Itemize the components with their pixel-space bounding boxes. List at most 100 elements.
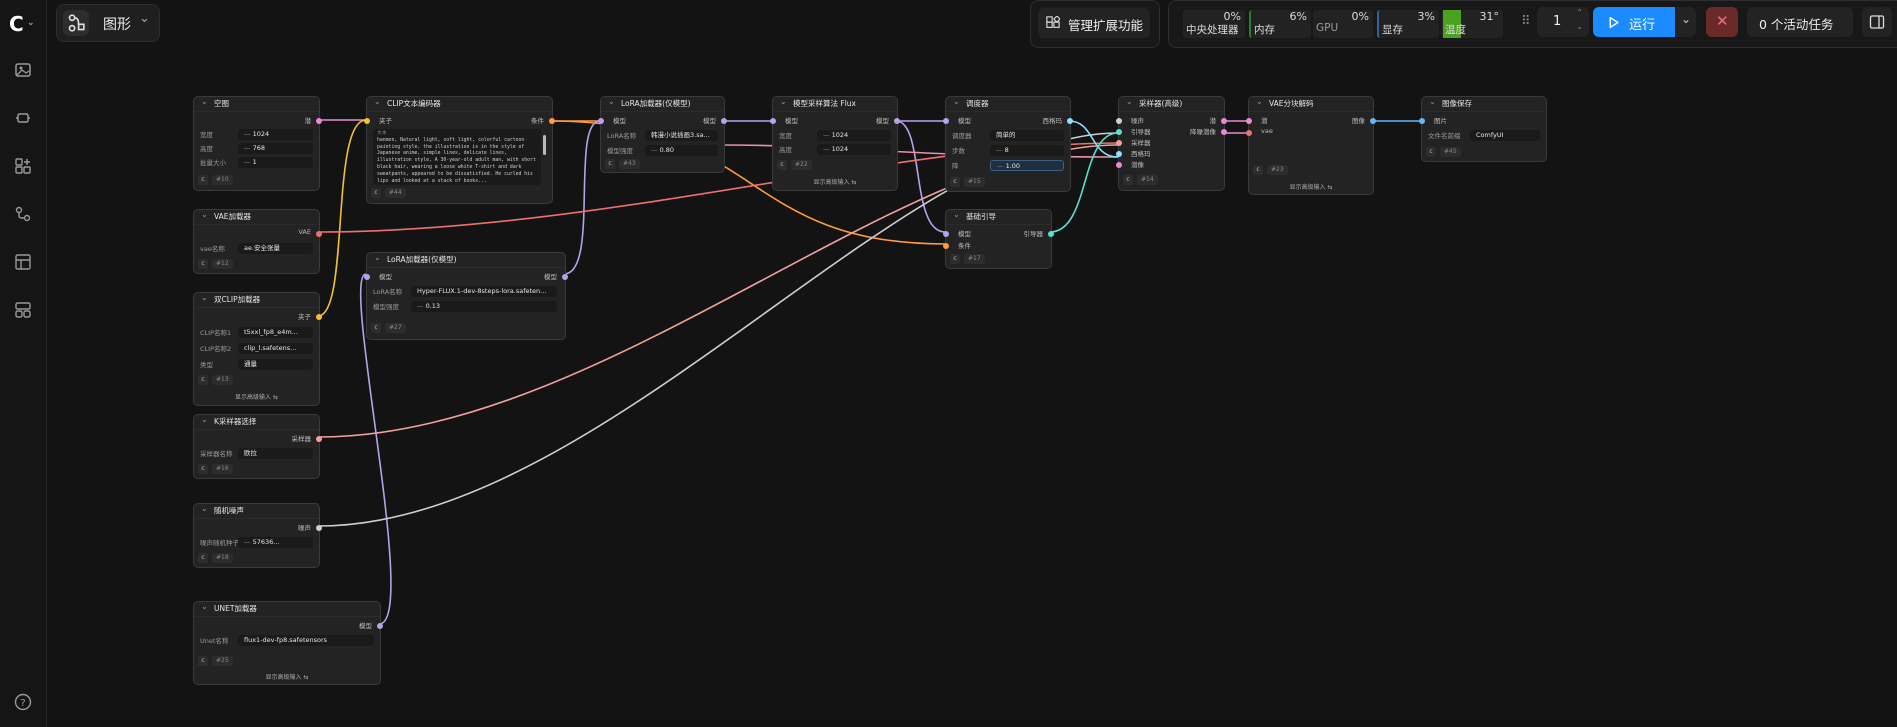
- denoise-field[interactable]: — 1.00: [990, 160, 1064, 171]
- input-dot[interactable]: [598, 118, 604, 124]
- images-icon[interactable]: [13, 60, 33, 80]
- node-sampler-advanced[interactable]: 采样器(高级) 噪声 引导器 采样器 西格玛 潜像 潜 降噪潜像 c#14: [1116, 95, 1227, 191]
- input-guider[interactable]: 引导器: [1131, 126, 1151, 136]
- increment-icon[interactable]: ⌃: [1576, 8, 1583, 17]
- input-sigmas[interactable]: 西格玛: [1131, 148, 1151, 158]
- input-dot[interactable]: [1116, 129, 1122, 135]
- active-tasks-button[interactable]: 0 个活动任务: [1747, 7, 1853, 37]
- width-field[interactable]: — 1024: [238, 129, 313, 140]
- queue-icon[interactable]: [13, 300, 33, 320]
- output-sampler[interactable]: 采样器: [292, 433, 312, 443]
- output-dot[interactable]: [1370, 118, 1376, 124]
- height-field[interactable]: — 768: [238, 143, 313, 154]
- input-conditioning[interactable]: 条件: [958, 240, 971, 250]
- show-advanced-inputs-link[interactable]: 显示高级输入 ⇆: [194, 672, 380, 681]
- output-dot[interactable]: [316, 231, 322, 237]
- input-latent[interactable]: 潜像: [1131, 159, 1144, 169]
- output-dot[interactable]: [316, 436, 322, 442]
- output-dot[interactable]: [377, 623, 383, 629]
- templates-icon[interactable]: [13, 252, 33, 272]
- output-dot[interactable]: [1221, 129, 1227, 135]
- input-vae[interactable]: vae: [1261, 127, 1273, 135]
- manage-extensions-button[interactable]: 管理扩展功能: [1038, 8, 1150, 38]
- node-vae-decode-tiled[interactable]: VAE分块解码 潜 vae 图像 c#23 显示高级输入 ⇆: [1246, 95, 1376, 195]
- output-image[interactable]: 图像: [1352, 115, 1365, 125]
- input-dot[interactable]: [1246, 118, 1252, 124]
- output-dot[interactable]: [1048, 231, 1054, 237]
- output-guider[interactable]: 引导器: [1024, 228, 1044, 238]
- output-latent[interactable]: 潜: [305, 115, 312, 125]
- input-model[interactable]: 模型: [379, 271, 392, 281]
- input-dot[interactable]: [1246, 130, 1252, 136]
- node-ksampler-select[interactable]: K采样器选择 采样器 采样器名称 欧拉 c#16: [193, 413, 322, 479]
- help-icon[interactable]: ?: [13, 692, 33, 712]
- workflow-tab[interactable]: 图形 ⌄: [56, 4, 160, 42]
- output-dot[interactable]: [894, 118, 900, 124]
- unet-name-field[interactable]: flux1-dev-fp8.safetensors: [238, 635, 374, 646]
- output-clip[interactable]: 夹子: [298, 311, 311, 321]
- input-dot[interactable]: [1116, 151, 1122, 157]
- clip2-field[interactable]: clip_l.safetens...: [238, 343, 313, 354]
- node-clip-text-encoder[interactable]: CLIP文本编码器 夹子 条件 文本 hanmon, Natural light…: [364, 95, 555, 204]
- textarea-scrollbar[interactable]: [543, 135, 546, 155]
- noise-seed-field[interactable]: — 57636...: [238, 537, 313, 548]
- input-dot[interactable]: [1116, 118, 1122, 124]
- node-library-icon[interactable]: [13, 156, 33, 176]
- filename-prefix-field[interactable]: ComfyUI: [1470, 130, 1540, 141]
- output-latent[interactable]: 潜: [1210, 115, 1217, 125]
- node-lora-loader-hyper[interactable]: LoRA加载器(仅模型) 模型 模型 LoRA名称 Hyper-FLUX.1-d…: [364, 251, 568, 340]
- prompt-textarea[interactable]: 文本 hanmon, Natural light, soft light, co…: [373, 129, 541, 185]
- decrement-icon[interactable]: ⌄: [1576, 22, 1583, 31]
- input-clip[interactable]: 夹子: [379, 115, 392, 125]
- input-dot[interactable]: [1419, 118, 1425, 124]
- workflows-icon[interactable]: [13, 204, 33, 224]
- toggle-panel-button[interactable]: [1862, 7, 1892, 37]
- output-dot[interactable]: [316, 314, 322, 320]
- input-dot[interactable]: [364, 274, 370, 280]
- output-model[interactable]: 模型: [876, 115, 889, 125]
- node-unet-loader[interactable]: UNET加载器 模型 Unet名称 flux1-dev-fp8.safetens…: [193, 600, 383, 685]
- input-dot[interactable]: [943, 118, 949, 124]
- show-advanced-inputs-link[interactable]: 显示高级输入 ⇆: [194, 392, 319, 401]
- output-dot[interactable]: [549, 118, 555, 124]
- queue-count-input[interactable]: 1 ⌃ ⌄: [1537, 7, 1589, 37]
- run-button[interactable]: 运行: [1593, 7, 1675, 37]
- strength-field[interactable]: — 0.80: [645, 145, 718, 156]
- comfy-logo-menu[interactable]: C ⌄: [9, 12, 39, 36]
- node-vae-loader[interactable]: VAE加载器 VAE vae名称 ae.安全张量 c#12: [193, 208, 322, 274]
- input-model[interactable]: 模型: [958, 228, 971, 238]
- input-latent[interactable]: 潜: [1261, 115, 1268, 125]
- output-sigmas[interactable]: 西格玛: [1043, 115, 1063, 125]
- show-advanced-inputs-link[interactable]: 显示高级输入 ⇆: [1249, 182, 1373, 191]
- scheduler-field[interactable]: 简单的: [990, 130, 1064, 141]
- output-model[interactable]: 模型: [359, 620, 372, 630]
- show-advanced-inputs-link[interactable]: 显示高级输入 ⇆: [773, 177, 897, 186]
- output-conditioning[interactable]: 条件: [531, 115, 544, 125]
- output-denoised[interactable]: 降噪潜像: [1190, 126, 1216, 136]
- model-library-icon[interactable]: [13, 108, 33, 128]
- stop-button[interactable]: ✕: [1706, 7, 1738, 37]
- output-dot[interactable]: [1221, 118, 1227, 124]
- output-model[interactable]: 模型: [544, 271, 557, 281]
- input-dot[interactable]: [1116, 140, 1122, 146]
- output-dot[interactable]: [721, 118, 727, 124]
- node-dual-clip-loader[interactable]: 双CLIP加载器 夹子 CLIP名称1 t5xxl_fp8_e4m... CLI…: [193, 291, 322, 406]
- input-sampler[interactable]: 采样器: [1131, 137, 1151, 147]
- node-random-noise[interactable]: 随机噪声 噪声 噪声随机种子 — 57636... c#18: [193, 502, 322, 568]
- node-lora-loader-hanman[interactable]: LoRA加载器(仅模型) 模型 模型 LoRA名称 韩漫小说插画3.sa... …: [598, 95, 727, 173]
- output-dot[interactable]: [1067, 118, 1073, 124]
- input-dot[interactable]: [364, 118, 370, 124]
- input-model[interactable]: 模型: [613, 115, 626, 125]
- output-dot[interactable]: [562, 274, 568, 280]
- width-field[interactable]: — 1024: [817, 130, 891, 141]
- batch-field[interactable]: — 1: [238, 157, 313, 168]
- node-model-sampling-flux[interactable]: 模型采样算法 Flux 模型 模型 宽度 — 1024 高度 — 1024 c#…: [770, 95, 900, 191]
- output-vae[interactable]: VAE: [298, 228, 311, 236]
- input-dot[interactable]: [943, 243, 949, 249]
- output-model[interactable]: 模型: [703, 115, 716, 125]
- output-noise[interactable]: 噪声: [298, 522, 311, 532]
- height-field[interactable]: — 1024: [817, 144, 891, 155]
- clip1-field[interactable]: t5xxl_fp8_e4m...: [238, 327, 313, 338]
- sampler-name-field[interactable]: 欧拉: [238, 448, 313, 459]
- lora-name-field[interactable]: 韩漫小说插画3.sa...: [645, 130, 718, 141]
